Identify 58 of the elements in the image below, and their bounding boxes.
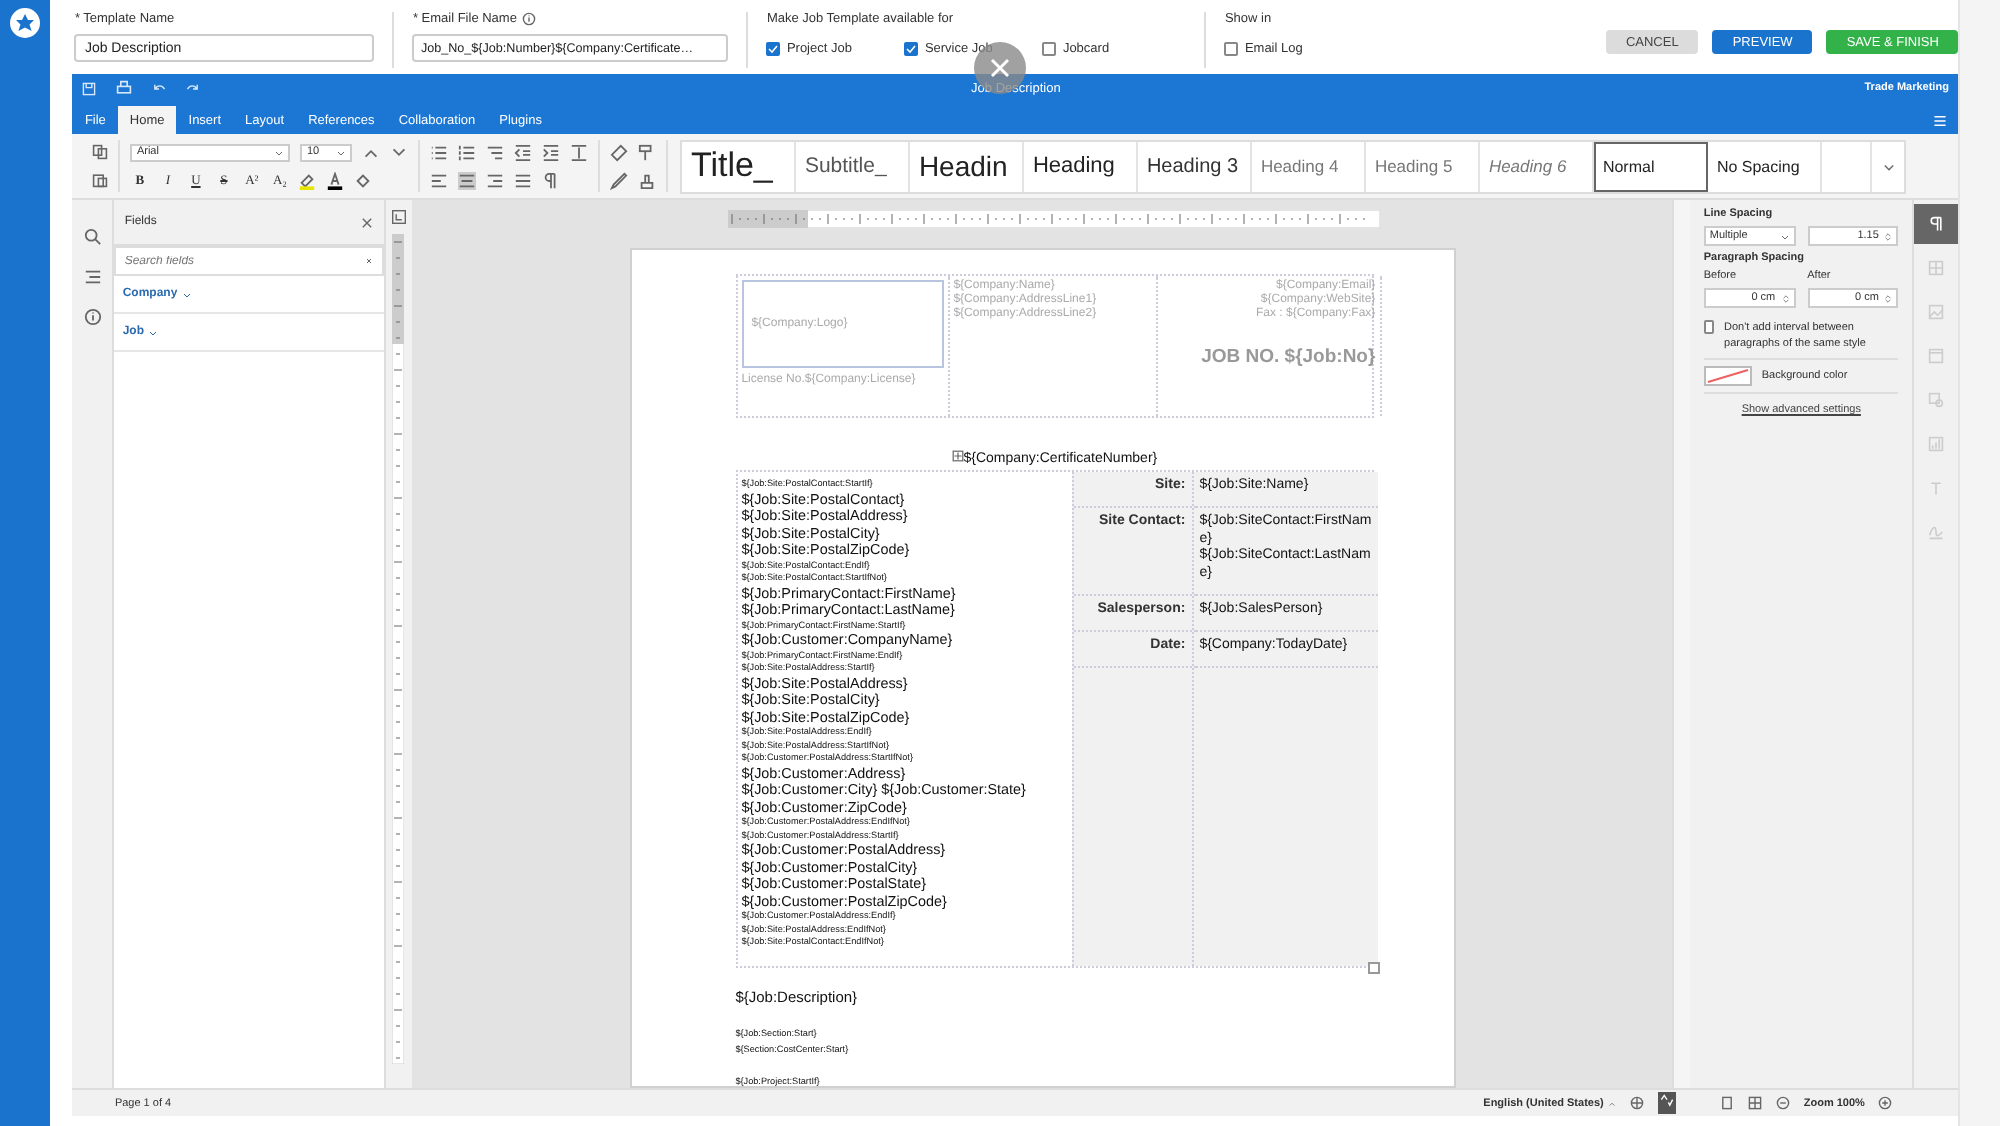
globe-icon[interactable] — [1629, 1096, 1644, 1110]
align-left-icon[interactable] — [430, 171, 449, 189]
format-painter-icon[interactable] — [638, 143, 657, 161]
job-number: JOB NO. ${Job:No} — [1199, 346, 1376, 368]
expand-styles-icon[interactable] — [1881, 159, 1896, 173]
spinner-icon[interactable] — [1781, 291, 1790, 305]
line-spacing-icon[interactable] — [570, 143, 589, 161]
fit-width-icon[interactable] — [1747, 1096, 1762, 1110]
caret-icon — [1607, 1099, 1616, 1107]
bullet-list-icon[interactable] — [430, 143, 449, 161]
print-icon[interactable] — [116, 80, 133, 96]
tab-stop-icon[interactable] — [391, 210, 406, 224]
scrollbar[interactable] — [1958, 0, 2000, 1126]
spellcheck-icon[interactable] — [1659, 1094, 1674, 1108]
save-icon[interactable] — [82, 81, 97, 95]
decrease-font-icon[interactable] — [390, 143, 409, 161]
zoom-out-icon[interactable] — [1775, 1096, 1790, 1110]
align-center-icon[interactable] — [458, 171, 477, 189]
increase-indent-icon[interactable] — [542, 143, 561, 161]
single-page-icon[interactable] — [1719, 1096, 1734, 1110]
search-icon[interactable] — [83, 228, 102, 246]
table-resize-handle[interactable] — [1367, 962, 1380, 974]
stamp-icon[interactable] — [638, 171, 657, 189]
logo-icon[interactable] — [10, 8, 41, 38]
multilevel-list-icon[interactable] — [486, 143, 505, 161]
align-right-icon[interactable] — [486, 171, 505, 189]
close-icon[interactable] — [359, 215, 374, 229]
paragraph-marks-icon[interactable] — [542, 171, 561, 189]
checkbox[interactable] — [1042, 41, 1057, 55]
paste-icon[interactable] — [92, 172, 109, 188]
fill-color-icon[interactable] — [354, 171, 373, 189]
paragraph-icon[interactable] — [1928, 216, 1945, 232]
spinner-icon[interactable] — [1884, 229, 1893, 243]
checkbox[interactable] — [1703, 320, 1715, 334]
spinner-icon[interactable] — [1884, 291, 1893, 305]
clear-icon[interactable] — [363, 256, 374, 266]
pen-icon[interactable] — [610, 171, 629, 189]
checkbox[interactable] — [1224, 41, 1239, 55]
table-move-icon[interactable] — [951, 450, 964, 462]
font-color-icon[interactable] — [326, 171, 345, 189]
checkbox[interactable] — [904, 41, 919, 55]
zoom-in-icon[interactable] — [1878, 1096, 1893, 1110]
eraser-icon[interactable] — [610, 143, 629, 161]
settings-tab[interactable] — [1914, 204, 1959, 244]
menu-icon[interactable] — [1932, 114, 1949, 128]
style-preset[interactable]: Normal — [1594, 141, 1709, 191]
redo-icon[interactable] — [186, 81, 201, 95]
decrease-indent-icon[interactable] — [514, 143, 533, 161]
info-icon[interactable] — [83, 308, 102, 326]
highlight-icon[interactable] — [298, 171, 317, 189]
numbered-list-icon[interactable] — [458, 143, 477, 161]
justify-icon[interactable] — [514, 171, 533, 189]
color-swatch[interactable] — [1703, 366, 1752, 386]
outline-icon[interactable] — [83, 268, 102, 286]
checkbox[interactable] — [766, 41, 781, 55]
copy-icon[interactable] — [92, 144, 109, 160]
undo-icon[interactable] — [152, 81, 167, 95]
info-icon[interactable] — [522, 12, 537, 26]
